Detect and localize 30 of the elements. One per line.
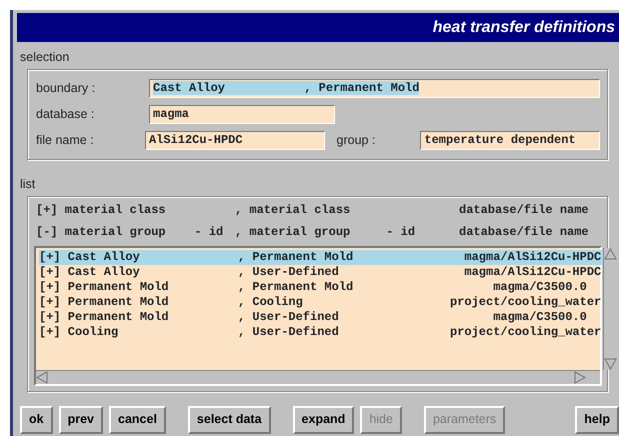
column-header[interactable]: [-] material group - id , material group - id database/file name — [34, 220, 602, 242]
section-label: list — [19, 176, 36, 193]
dialog-button[interactable]: expand — [292, 406, 354, 434]
input-field[interactable]: AlSi12Cu-HPDC — [144, 131, 325, 150]
scroll-up-icon[interactable] — [604, 248, 618, 260]
list-item[interactable]: [+] Permanent Mold , Permanent Mold magma/C3500.0 — [39, 280, 604, 294]
horizontal-scrollbar[interactable] — [36, 370, 600, 384]
list-item[interactable]: [+] Cast Alloy , User-Defined magma/AlSi12Cu-HPDC — [39, 264, 604, 280]
list-item[interactable]: [+] Cast Alloy , Permanent Mold magma/AlSi12Cu-HPDC — [39, 250, 604, 264]
field-label: group : — [336, 132, 376, 150]
input-field[interactable]: Cast Alloy , Permanent Mold — [149, 79, 600, 98]
scroll-right-icon[interactable] — [574, 370, 586, 384]
field-label: boundary : — [36, 80, 96, 98]
input-field[interactable]: magma — [149, 105, 335, 124]
dialog-button[interactable]: prev — [58, 406, 103, 434]
scroll-left-icon[interactable] — [36, 370, 48, 384]
dialog-button[interactable]: select data — [188, 406, 271, 434]
section-label: selection — [19, 49, 70, 66]
dialog-button[interactable]: help — [575, 406, 619, 434]
column-header[interactable]: [+] material class , material class database/file name — [34, 198, 602, 220]
field-label: file name : — [36, 132, 95, 150]
list-item[interactable]: [+] Permanent Mold , Cooling project/cooling_water — [39, 294, 604, 310]
window-title: heat transfer definitions — [17, 13, 619, 42]
list-item[interactable]: [+] Permanent Mold , User-Defined magma/C3500.0 — [39, 310, 604, 324]
input-field[interactable]: temperature dependent — [420, 131, 600, 150]
dialog-button[interactable]: cancel — [109, 406, 166, 434]
dialog-button[interactable]: ok — [20, 406, 53, 434]
list-item[interactable]: [+] Cooling , User-Defined project/cooling_water — [39, 324, 604, 340]
field-label: database : — [36, 106, 96, 124]
scroll-down-icon[interactable] — [604, 358, 618, 370]
